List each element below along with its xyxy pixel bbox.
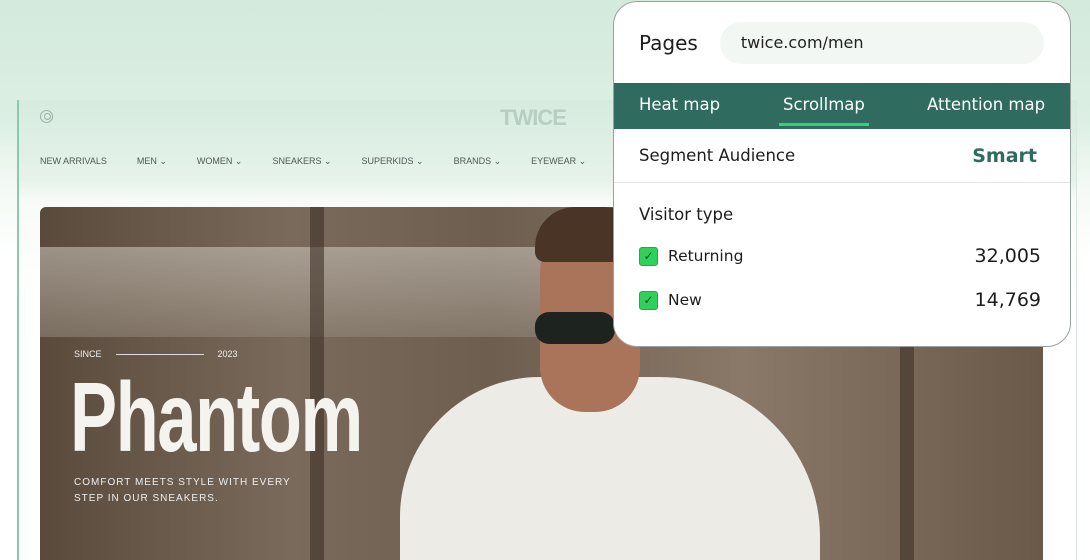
nav-new-arrivals[interactable]: NEW ARRIVALS: [40, 156, 107, 167]
nav-label: SNEAKERS: [272, 156, 322, 166]
page-url-selector[interactable]: twice.com/men: [719, 21, 1044, 64]
hero-model-sunglasses: [535, 312, 615, 344]
hero-tagline: COMFORT MEETS STYLE WITH EVERY STEP IN O…: [74, 477, 291, 504]
nav-label: SUPERKIDS: [361, 156, 414, 166]
nav-label: EYEWEAR: [531, 156, 577, 166]
pages-label: Pages: [639, 30, 698, 55]
nav-eyewear[interactable]: EYEWEAR ⌄: [531, 156, 586, 167]
since-year: 2023: [217, 349, 238, 359]
hero-title: Phantom: [70, 362, 363, 472]
visitor-row-returning: ✓ Returning 32,005: [614, 234, 1070, 278]
tab-attention-map[interactable]: Attention map: [927, 95, 1045, 114]
hero-since: SINCE 2023: [74, 349, 238, 359]
nav-brands[interactable]: BRANDS ⌄: [454, 156, 502, 167]
site-nav: NEW ARRIVALS MEN ⌄ WOMEN ⌄ SNEAKERS ⌄ SU…: [40, 156, 616, 167]
divider-line: [115, 353, 204, 355]
tab-scrollmap[interactable]: Scrollmap: [779, 95, 869, 126]
visitor-label: Returning: [668, 247, 744, 265]
segment-audience-row[interactable]: Segment Audience Smart: [614, 129, 1070, 183]
visitor-count: 32,005: [974, 245, 1041, 267]
visitor-label: New: [668, 291, 702, 309]
nav-women[interactable]: WOMEN ⌄: [197, 156, 243, 167]
visitor-count: 14,769: [974, 289, 1041, 311]
pages-header: Pages twice.com/men: [614, 2, 1070, 83]
scrollmap-panel: Pages twice.com/men Heat map Scrollmap A…: [613, 1, 1071, 347]
segment-value[interactable]: Smart: [972, 145, 1037, 167]
segment-label: Segment Audience: [639, 146, 796, 165]
checkbox-new[interactable]: ✓: [639, 290, 658, 310]
tab-heat-map[interactable]: Heat map: [639, 95, 720, 114]
nav-label: WOMEN: [196, 156, 233, 166]
nav-superkids[interactable]: SUPERKIDS ⌄: [362, 156, 424, 167]
nav-men[interactable]: MEN ⌄: [137, 156, 167, 167]
checkbox-returning[interactable]: ✓: [639, 246, 658, 266]
site-logo[interactable]: TWICE: [500, 105, 567, 131]
nav-label: BRANDS: [453, 156, 492, 166]
nav-sneakers[interactable]: SNEAKERS ⌄: [272, 156, 331, 167]
nav-label: MEN: [136, 156, 157, 166]
since-label: SINCE: [74, 349, 102, 359]
user-account-icon[interactable]: [40, 110, 53, 123]
visitor-row-new: ✓ New 14,769: [614, 278, 1070, 322]
visitor-type-heading: Visitor type: [639, 205, 734, 224]
map-tabs: Heat map Scrollmap Attention map: [614, 83, 1070, 129]
